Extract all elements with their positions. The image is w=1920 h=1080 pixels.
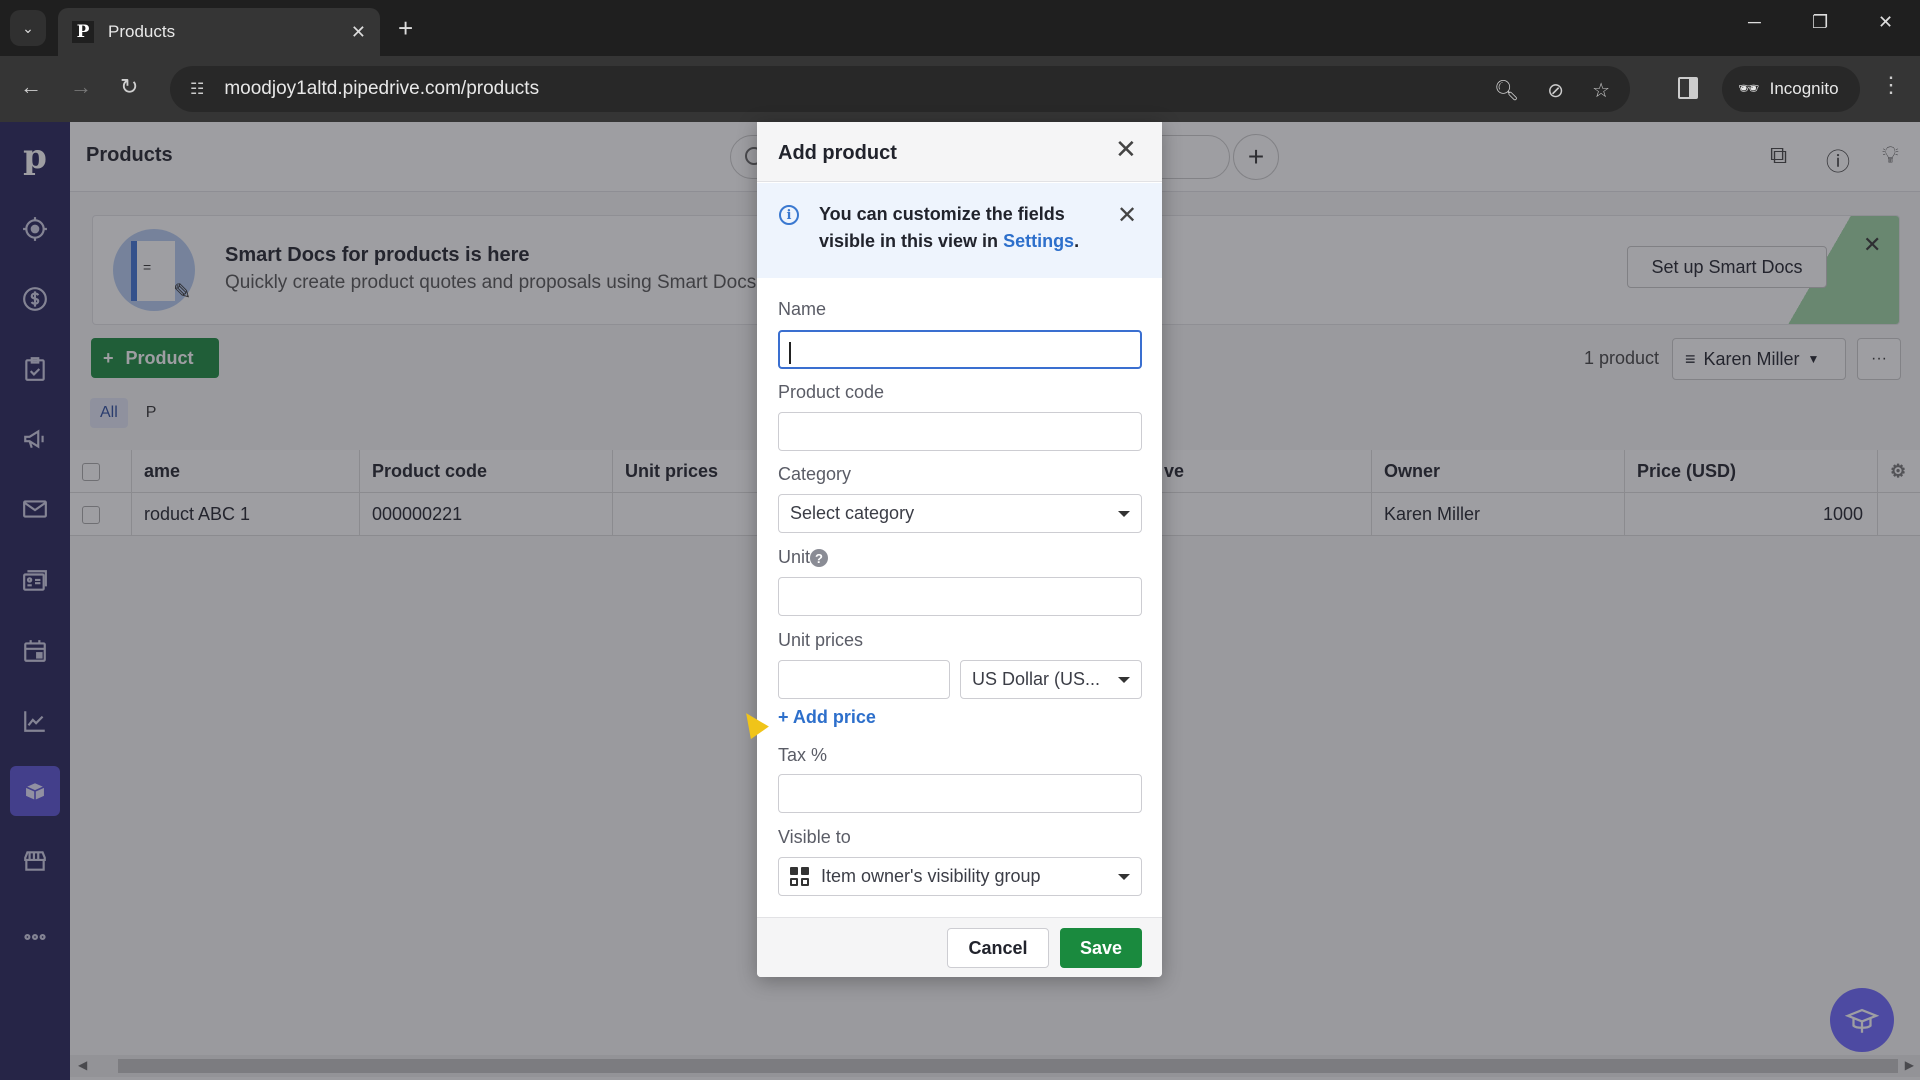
customize-fields-notice: i You can customize the fields visible i… — [757, 183, 1162, 278]
category-value: Select category — [790, 503, 915, 523]
caret-down-icon — [1118, 510, 1130, 517]
chevron-down-icon: ⌄ — [22, 19, 34, 36]
new-tab-button[interactable]: + — [398, 12, 413, 44]
browser-tab-bar: ⌄ P Products ✕ + ─ ❐ ✕ — [0, 0, 1920, 56]
browser-tab-products[interactable]: P Products ✕ — [58, 8, 380, 56]
tax-input[interactable] — [778, 774, 1142, 813]
caret-down-icon — [1118, 873, 1130, 880]
notice-suffix: . — [1074, 231, 1080, 251]
modal-close-icon[interactable]: ✕ — [1115, 136, 1137, 162]
minimize-icon[interactable]: ─ — [1748, 12, 1761, 33]
eye-off-icon[interactable]: ⊘ — [1547, 78, 1564, 103]
unit-prices-label: Unit prices — [778, 630, 864, 650]
caret-down-icon — [1118, 676, 1130, 683]
url-bar[interactable]: ☷ moodjoy1altd.pipedrive.com/products 🔍︎… — [170, 66, 1630, 112]
modal-title: Add product — [778, 142, 897, 164]
product-code-input[interactable] — [778, 412, 1142, 451]
category-label: Category — [778, 464, 852, 484]
close-window-icon[interactable]: ✕ — [1878, 12, 1893, 33]
back-icon[interactable]: ← — [20, 74, 42, 100]
visibility-group-icon — [790, 867, 809, 886]
tax-label: Tax % — [778, 745, 828, 765]
cancel-button[interactable]: Cancel — [947, 928, 1049, 968]
unit-price-input[interactable] — [778, 660, 950, 699]
side-panel-icon[interactable] — [1678, 77, 1698, 99]
restore-icon[interactable]: ❐ — [1812, 12, 1828, 33]
browser-menu-icon[interactable]: ⋮ — [1880, 72, 1902, 98]
site-settings-icon[interactable]: ☷ — [190, 79, 204, 99]
save-button[interactable]: Save — [1060, 928, 1142, 968]
tab-title: Products — [108, 22, 176, 41]
incognito-badge[interactable]: 🕶︎ Incognito — [1722, 66, 1860, 112]
product-code-label: Product code — [778, 382, 885, 402]
visible-to-label: Visible to — [778, 827, 851, 847]
settings-link[interactable]: Settings — [1003, 231, 1074, 251]
currency-select[interactable]: US Dollar (US... — [960, 660, 1142, 699]
forward-icon[interactable]: → — [70, 74, 92, 100]
question-help-icon[interactable]: ? — [810, 549, 829, 568]
bookmark-star-icon[interactable]: ☆ — [1592, 78, 1610, 103]
unit-label: Unit? — [778, 547, 829, 568]
incognito-icon: 🕶︎ — [1738, 79, 1760, 98]
modal-header: Add product ✕ — [757, 122, 1162, 182]
currency-value: US Dollar (US... — [972, 669, 1101, 689]
close-tab-icon[interactable]: ✕ — [351, 22, 366, 43]
pipedrive-app: p Products + ⧉ ⓘ 💡︎ = ✎ Smart Docs for p… — [0, 122, 1920, 1080]
add-product-modal: Add product ✕ i You can customize the fi… — [757, 122, 1162, 977]
info-icon: i — [779, 205, 799, 225]
pipedrive-favicon-icon: P — [72, 21, 94, 43]
notice-close-icon[interactable]: ✕ — [1117, 201, 1137, 230]
incognito-label: Incognito — [1769, 79, 1839, 98]
add-price-link[interactable]: + Add price — [778, 707, 876, 728]
reload-icon[interactable]: ↻ — [120, 74, 138, 100]
visible-to-value: Item owner's visibility group — [821, 866, 1041, 886]
tab-search-button[interactable]: ⌄ — [10, 10, 46, 46]
name-label: Name — [778, 299, 827, 319]
text-caret — [789, 342, 791, 364]
unit-label-text: Unit — [778, 547, 811, 567]
modal-footer: Cancel Save — [757, 917, 1162, 977]
browser-address-bar: ← → ↻ ☷ moodjoy1altd.pipedrive.com/produ… — [0, 56, 1920, 122]
zoom-icon[interactable]: 🔍︎ — [1494, 78, 1519, 103]
notice-text: You can customize the fields visible in … — [819, 201, 1089, 255]
category-select[interactable]: Select category — [778, 494, 1142, 533]
name-input[interactable] — [778, 330, 1142, 369]
unit-input[interactable] — [778, 577, 1142, 616]
visible-to-select[interactable]: Item owner's visibility group — [778, 857, 1142, 896]
url-text[interactable]: moodjoy1altd.pipedrive.com/products — [224, 78, 539, 100]
